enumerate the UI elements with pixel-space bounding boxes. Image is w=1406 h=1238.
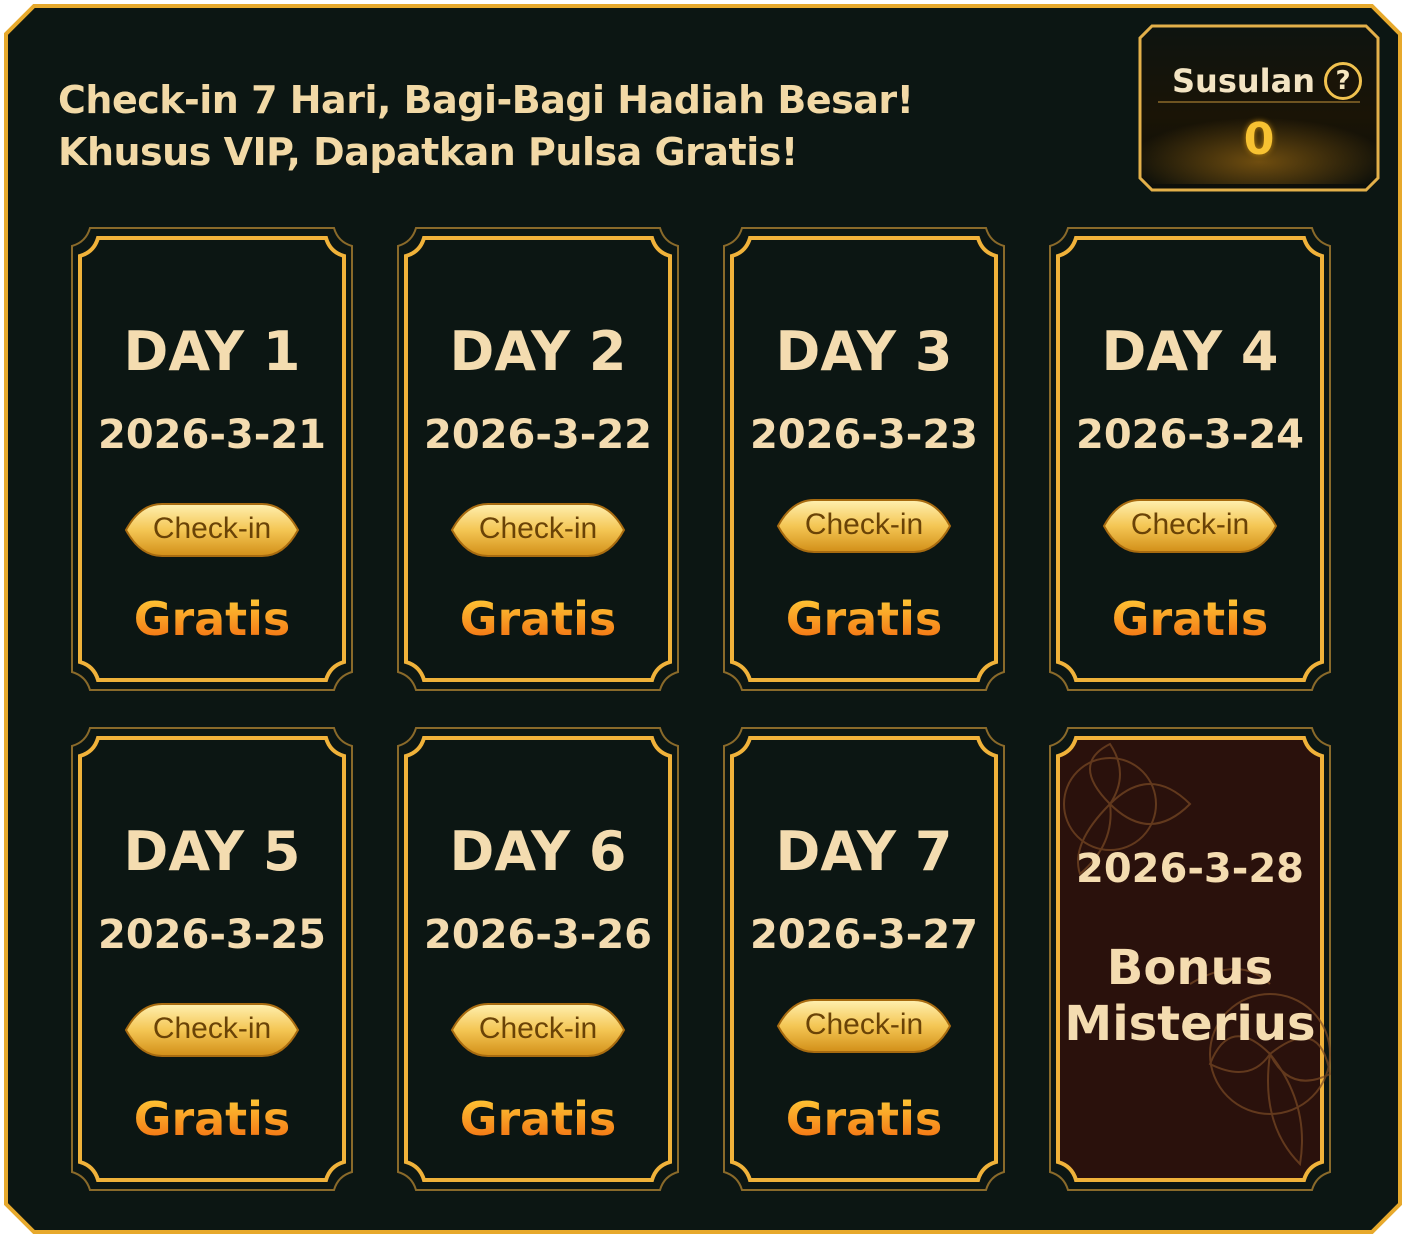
checkin-button[interactable]: Check-in xyxy=(122,1000,302,1060)
checkin-label: Check-in xyxy=(1130,508,1250,541)
day-title: DAY 2 xyxy=(449,320,627,383)
susulan-frame xyxy=(1138,24,1380,192)
bonus-line-1: Bonus xyxy=(1106,940,1274,996)
help-icon[interactable]: ? xyxy=(1324,62,1362,100)
checkin-label: Check-in xyxy=(152,1012,272,1045)
day-date: 2026-3-26 xyxy=(423,912,653,958)
day-date: 2026-3-25 xyxy=(97,912,327,958)
checkin-button[interactable]: Check-in xyxy=(774,496,954,556)
headline: Check-in 7 Hari, Bagi-Bagi Hadiah Besar!… xyxy=(58,74,914,178)
day-title: DAY 6 xyxy=(449,820,627,883)
checkin-button[interactable]: Check-in xyxy=(122,500,302,560)
day-card-7: DAY 7 2026-3-27 Check-in Gratis xyxy=(714,724,1014,1194)
day-card-5: DAY 5 2026-3-25 Check-in Gratis xyxy=(62,724,362,1194)
day-date: 2026-3-22 xyxy=(423,412,653,458)
checkin-button[interactable]: Check-in xyxy=(774,996,954,1056)
checkin-label: Check-in xyxy=(478,512,598,545)
checkin-label: Check-in xyxy=(478,1012,598,1045)
reward-label: Gratis xyxy=(62,592,362,646)
checkin-label: Check-in xyxy=(804,1008,924,1041)
checkin-button[interactable]: Check-in xyxy=(448,1000,628,1060)
checkin-button[interactable]: Check-in xyxy=(1100,496,1280,556)
reward-label: Gratis xyxy=(1040,592,1340,646)
day-title: DAY 1 xyxy=(123,320,301,383)
bonus-card: 2026-3-28 Bonus Misterius xyxy=(1040,724,1340,1194)
reward-label: Gratis xyxy=(714,1092,1014,1146)
bonus-text: Bonus Misterius xyxy=(1040,940,1340,1052)
day-title: DAY 3 xyxy=(775,320,953,383)
headline-line-1: Check-in 7 Hari, Bagi-Bagi Hadiah Besar! xyxy=(58,78,914,122)
reward-label: Gratis xyxy=(388,1092,688,1146)
day-date: 2026-3-21 xyxy=(97,412,327,458)
day-card-4: DAY 4 2026-3-24 Check-in Gratis xyxy=(1040,224,1340,694)
susulan-label: Susulan xyxy=(1172,62,1315,100)
bonus-date: 2026-3-28 xyxy=(1075,846,1305,892)
checkin-label: Check-in xyxy=(804,508,924,541)
day-date: 2026-3-23 xyxy=(749,412,979,458)
checkin-button[interactable]: Check-in xyxy=(448,500,628,560)
day-title: DAY 4 xyxy=(1101,320,1279,383)
susulan-count: 0 xyxy=(1243,114,1275,165)
headline-line-2: Khusus VIP, Dapatkan Pulsa Gratis! xyxy=(58,130,798,174)
day-title: DAY 7 xyxy=(775,820,953,883)
bonus-line-2: Misterius xyxy=(1064,996,1316,1052)
susulan-box[interactable]: Susulan ? 0 xyxy=(1138,24,1380,192)
day-date: 2026-3-24 xyxy=(1075,412,1305,458)
reward-label: Gratis xyxy=(62,1092,362,1146)
day-title: DAY 5 xyxy=(123,820,301,883)
day-card-3: DAY 3 2026-3-23 Check-in Gratis xyxy=(714,224,1014,694)
day-card-1: DAY 1 2026-3-21 Check-in Gratis xyxy=(62,224,362,694)
reward-label: Gratis xyxy=(388,592,688,646)
reward-label: Gratis xyxy=(714,592,1014,646)
checkin-label: Check-in xyxy=(152,512,272,545)
day-card-6: DAY 6 2026-3-26 Check-in Gratis xyxy=(388,724,688,1194)
day-date: 2026-3-27 xyxy=(749,912,979,958)
day-card-2: DAY 2 2026-3-22 Check-in Gratis xyxy=(388,224,688,694)
